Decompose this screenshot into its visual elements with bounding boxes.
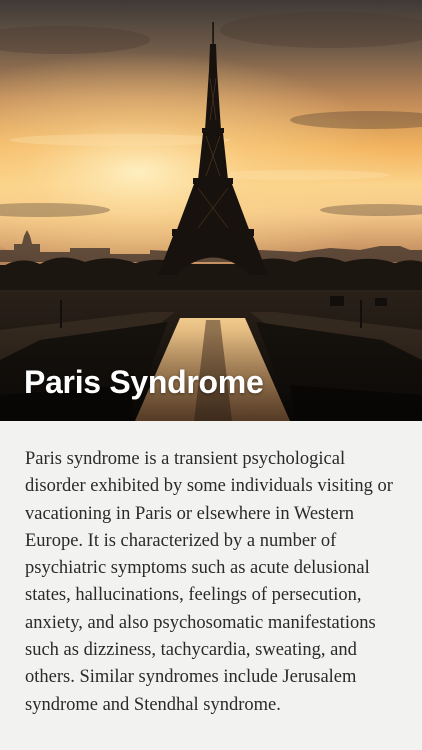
article-body-section: Paris syndrome is a transient psychologi… [0, 421, 422, 750]
hero-image: Paris Syndrome [0, 0, 422, 421]
article-description: Paris syndrome is a transient psychologi… [25, 449, 393, 715]
eiffel-tower-photo [0, 0, 422, 421]
article-title: Paris Syndrome [24, 364, 264, 400]
